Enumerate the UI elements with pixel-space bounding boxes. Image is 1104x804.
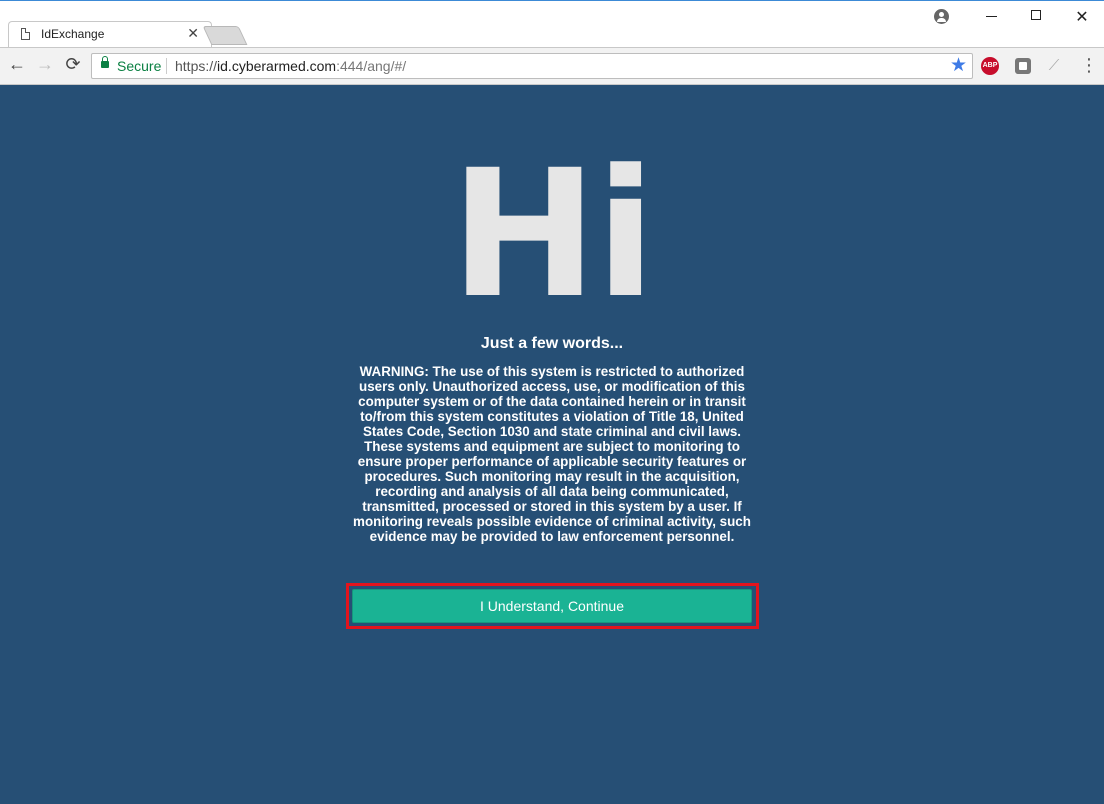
url-scheme: https:// xyxy=(175,58,218,74)
tab-close-button[interactable]: ✕ xyxy=(187,25,199,41)
maximize-button[interactable] xyxy=(1031,10,1041,20)
reload-button[interactable]: ⟳ xyxy=(62,54,84,75)
lock-icon xyxy=(101,56,109,68)
pdf-extension-icon[interactable]: ⟋ xyxy=(1046,58,1062,74)
address-bar[interactable]: Secure https://id.cyberarmed.com:444/ang… xyxy=(91,53,973,79)
tab-title: IdExchange xyxy=(41,27,105,41)
extension-icon[interactable] xyxy=(1015,58,1031,74)
browser-window: IdExchange ✕ ✕ ← → ⟳ Secure https://id.c… xyxy=(0,0,1104,804)
document-icon xyxy=(21,28,30,40)
close-window-button[interactable]: ✕ xyxy=(1072,7,1092,27)
tab-idexchange[interactable]: IdExchange ✕ xyxy=(8,21,212,48)
omnibox-divider xyxy=(166,58,167,74)
back-button[interactable]: ← xyxy=(6,54,28,75)
page-content: Hi Just a few words... WARNING: The use … xyxy=(0,85,1104,804)
new-tab-button[interactable] xyxy=(202,26,248,45)
minimize-button[interactable] xyxy=(986,16,997,17)
kebab-menu-icon[interactable]: ⋮ xyxy=(1080,55,1098,75)
forward-button[interactable]: → xyxy=(34,54,56,75)
url-host: id.cyberarmed.com xyxy=(217,58,337,74)
adblock-extension-icon[interactable]: ABP xyxy=(981,57,999,75)
hi-heading: Hi xyxy=(450,132,656,337)
url-path: :444/ang/#/ xyxy=(336,58,407,74)
continue-button[interactable]: I Understand, Continue xyxy=(352,589,752,623)
secure-label: Secure xyxy=(117,58,162,74)
tab-strip: IdExchange ✕ ✕ xyxy=(0,1,1104,48)
profile-icon[interactable] xyxy=(934,9,949,24)
browser-toolbar: ← → ⟳ Secure https://id.cyberarmed.com:4… xyxy=(0,47,1104,85)
bookmark-star-icon[interactable]: ★ xyxy=(950,54,967,77)
url-text[interactable]: https://id.cyberarmed.com:444/ang/#/ xyxy=(175,58,406,74)
subheading: Just a few words... xyxy=(480,335,624,352)
warning-text: WARNING: The use of this system is restr… xyxy=(353,364,751,544)
